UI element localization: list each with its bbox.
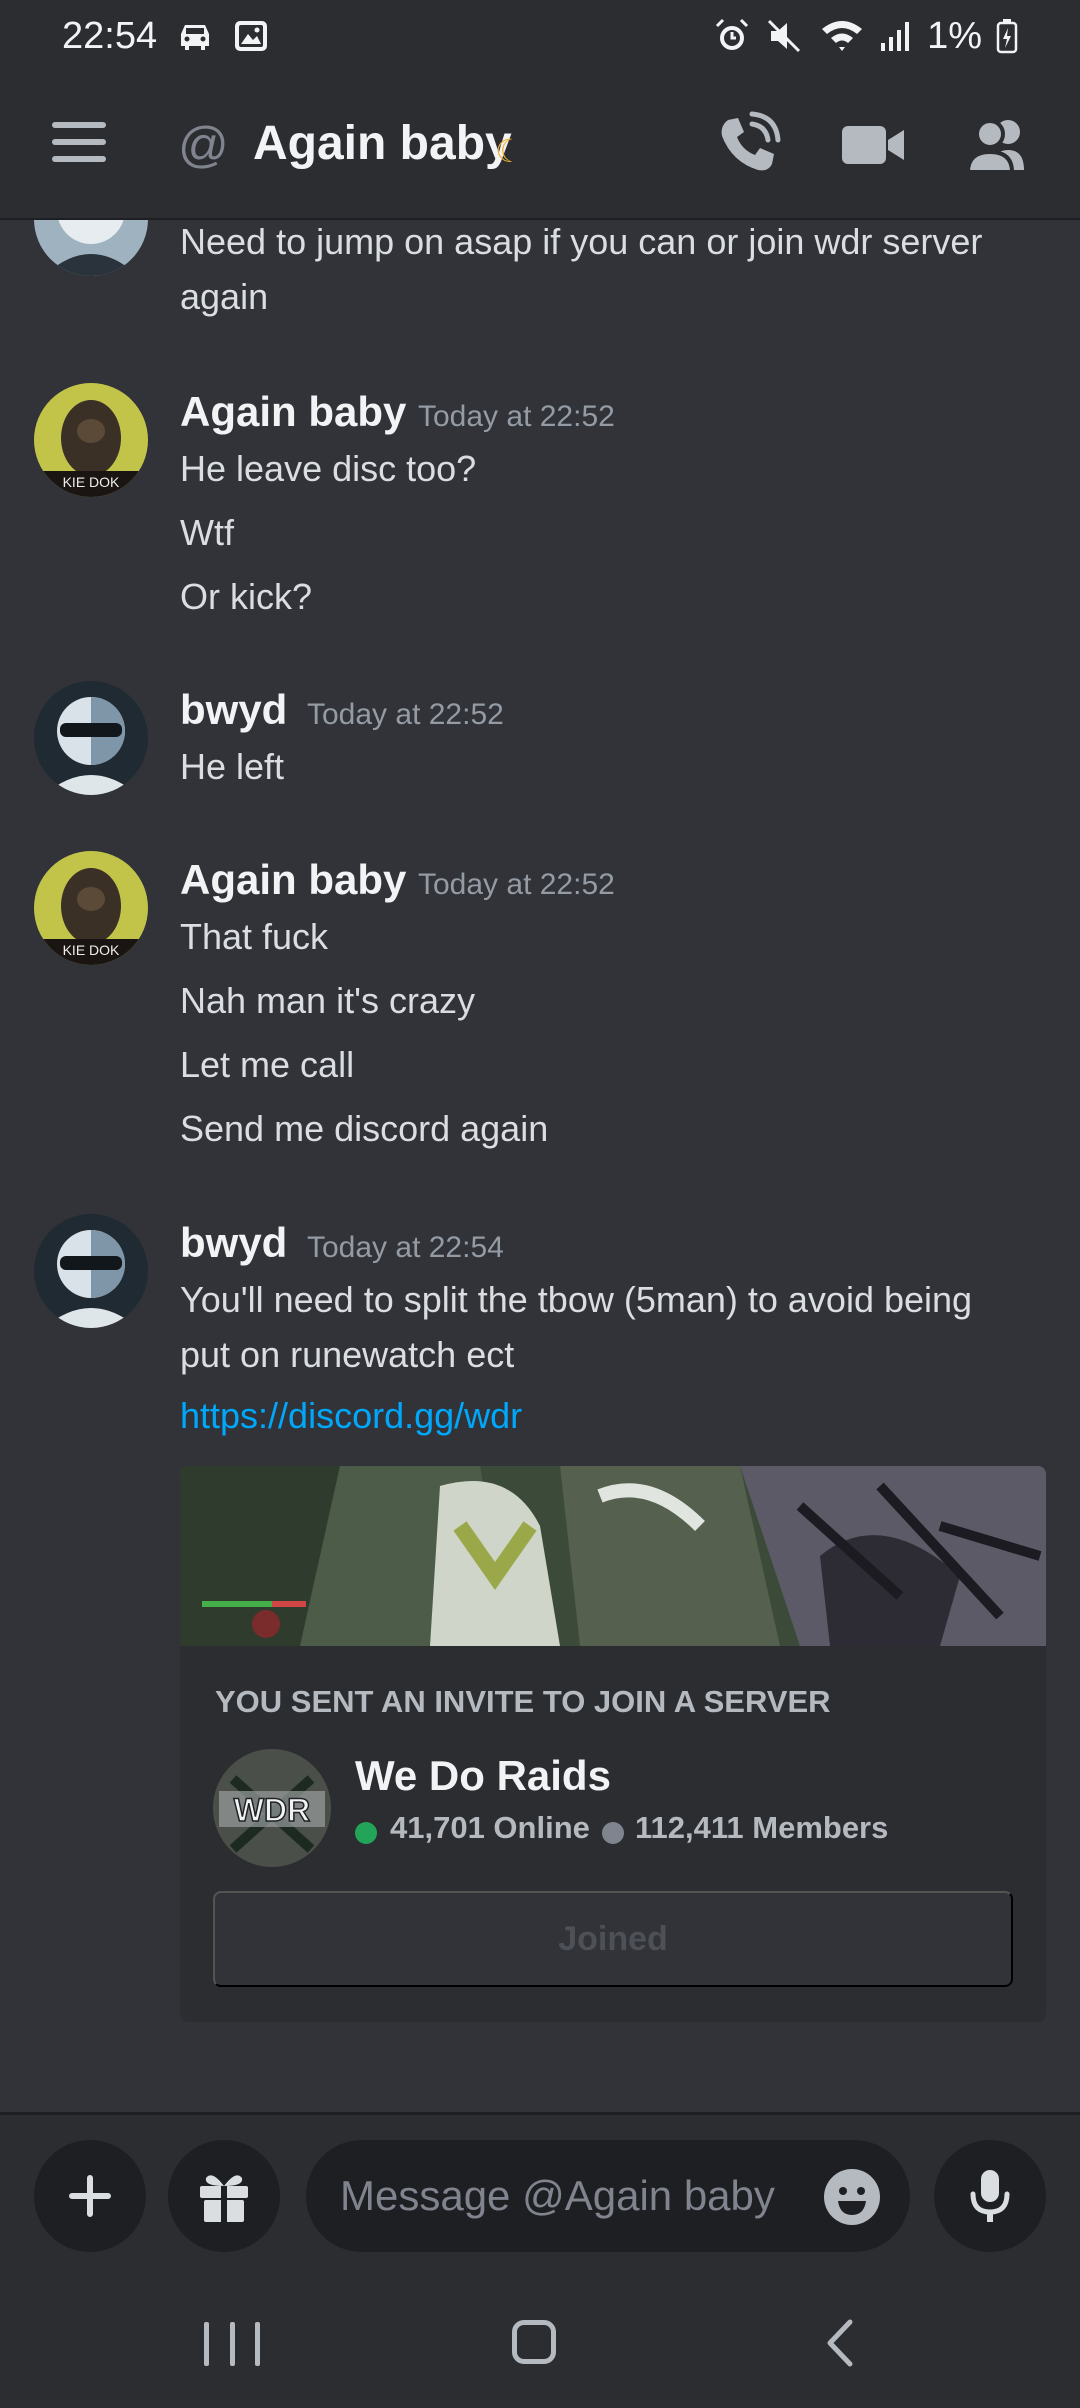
mic-icon [970, 2170, 1010, 2222]
status-time: 22:54 [62, 14, 158, 57]
message-author[interactable]: bwyd [180, 686, 287, 734]
message-text: He leave disc too? [180, 448, 477, 489]
message-author[interactable]: bwyd [180, 1219, 287, 1267]
message-composer [0, 2112, 1080, 2276]
message-text: That fuck [180, 916, 329, 957]
message-text: Wtf [180, 512, 234, 553]
avatar[interactable] [34, 1214, 148, 1328]
message-text: put on runewatch ect [180, 1334, 515, 1375]
svg-text:KIE DOK: KIE DOK [63, 942, 120, 958]
system-nav-bar [0, 2276, 1080, 2408]
at-icon: @ [178, 117, 229, 173]
recents-icon[interactable] [204, 2322, 260, 2366]
invite-banner-image [180, 1466, 1046, 1646]
message-text: He left [180, 746, 285, 787]
wifi-icon [822, 21, 863, 51]
call-icon[interactable] [712, 110, 782, 180]
message-text: Need to jump on asap if you can or join … [180, 221, 983, 262]
gallery-icon [235, 21, 268, 51]
message-author[interactable]: Again baby [180, 388, 406, 436]
back-icon[interactable] [820, 2318, 860, 2368]
message-list[interactable]: Need to jump on asap if you can or join … [0, 220, 1080, 2110]
server-invite-embed: YOU SENT AN INVITE TO JOIN A SERVER WDR … [180, 1466, 1046, 2022]
battery-icon [996, 19, 1018, 54]
home-icon[interactable] [512, 2320, 556, 2364]
signal-icon [881, 22, 910, 51]
avatar[interactable] [34, 220, 148, 276]
avatar[interactable]: KIE DOK [34, 851, 148, 965]
server-name[interactable]: We Do Raids [355, 1752, 611, 1800]
message-text: Send me discord again [180, 1108, 549, 1149]
message-timestamp: Today at 22:52 [418, 400, 615, 433]
plus-icon [69, 2175, 111, 2217]
server-icon-text: WDR [234, 1792, 310, 1828]
server-icon[interactable]: WDR [213, 1749, 331, 1867]
moon-icon: ☾ [495, 133, 524, 169]
voice-message-button[interactable] [934, 2140, 1046, 2252]
gift-button[interactable] [168, 2140, 280, 2252]
video-icon[interactable] [838, 110, 908, 180]
car-icon [181, 25, 210, 50]
gift-icon [200, 2175, 248, 2222]
attach-button[interactable] [34, 2140, 146, 2252]
online-status-dot [355, 1822, 377, 1844]
message-text: You'll need to split the tbow (5man) to … [180, 1279, 973, 1320]
message-text: Nah man it's crazy [180, 980, 475, 1021]
hamburger-icon[interactable] [52, 122, 106, 162]
message-timestamp: Today at 22:52 [418, 868, 615, 901]
mute-icon [768, 19, 801, 53]
svg-text:KIE DOK: KIE DOK [63, 474, 120, 490]
message-author[interactable]: Again baby [180, 856, 406, 904]
member-count: 112,411 Members [635, 1810, 889, 1845]
page-title[interactable]: Again baby [253, 116, 512, 171]
message-text: again [180, 276, 269, 317]
invite-link[interactable]: https://discord.gg/wdr [180, 1395, 522, 1437]
battery-percent: 1% [927, 14, 982, 57]
joined-button[interactable]: Joined [213, 1891, 1013, 1987]
avatar[interactable] [34, 681, 148, 795]
alarm-icon [716, 18, 749, 50]
avatar[interactable]: KIE DOK [34, 383, 148, 497]
channel-header: @ Again baby ☾ [0, 72, 1080, 220]
message-timestamp: Today at 22:52 [307, 698, 504, 731]
emoji-icon[interactable] [822, 2167, 882, 2227]
invite-heading: YOU SENT AN INVITE TO JOIN A SERVER [215, 1684, 831, 1719]
message-text: Let me call [180, 1044, 355, 1085]
message-timestamp: Today at 22:54 [307, 1231, 504, 1264]
online-count: 41,701 Online [390, 1810, 590, 1845]
message-input[interactable] [306, 2140, 910, 2252]
members-icon[interactable] [962, 110, 1032, 180]
message-text: Or kick? [180, 576, 313, 617]
status-bar: 22:54 1% [0, 0, 1080, 72]
member-status-dot [602, 1822, 624, 1844]
